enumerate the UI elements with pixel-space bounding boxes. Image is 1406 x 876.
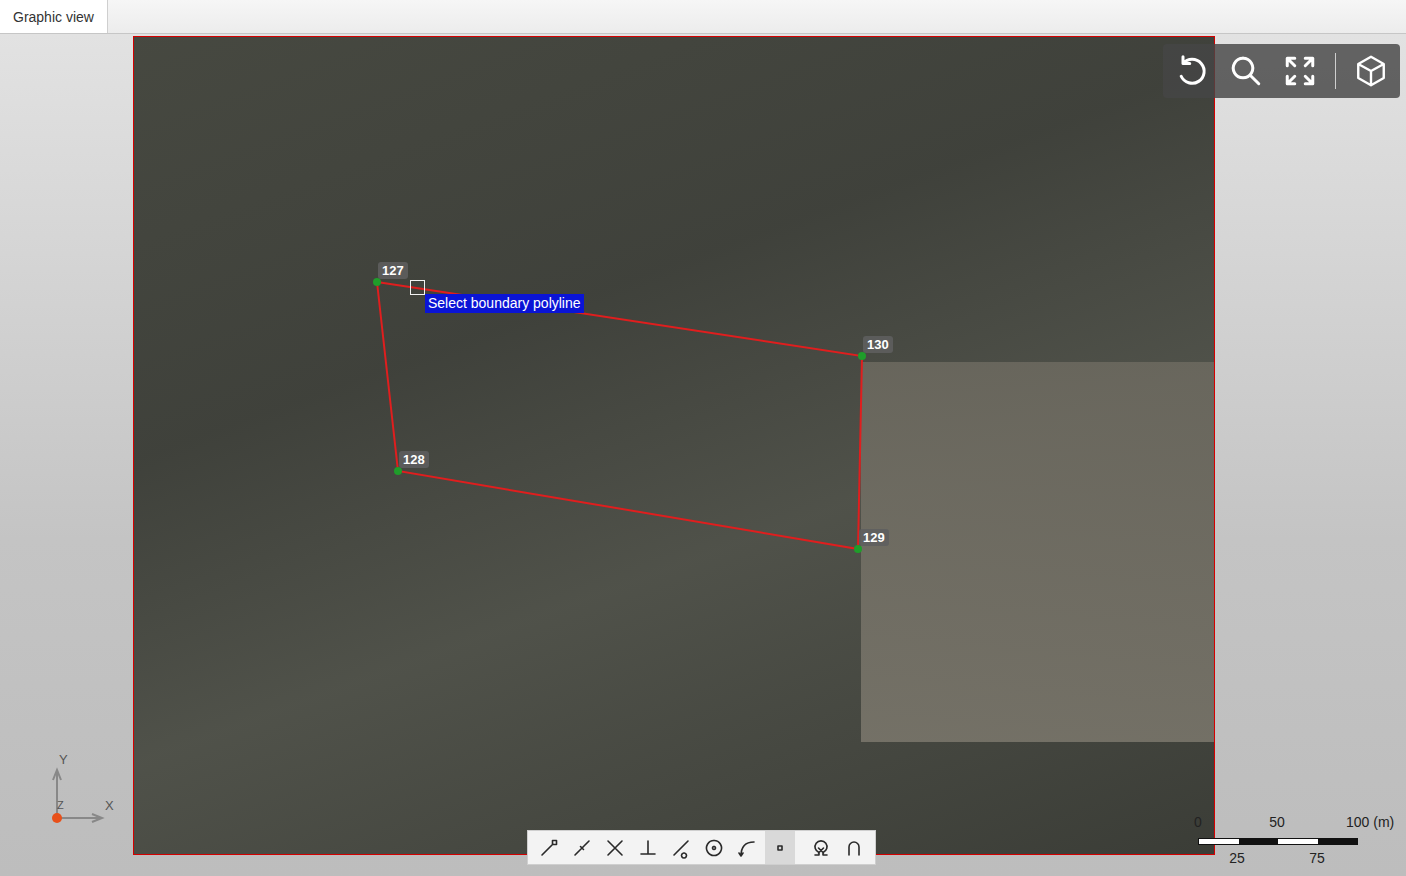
toolbar-separator: [1335, 53, 1336, 89]
snap-button[interactable]: [666, 831, 696, 864]
scale-track: [1198, 838, 1358, 845]
omega-snap-icon: [809, 836, 833, 860]
snap-button[interactable]: [534, 831, 564, 864]
snap-button[interactable]: [567, 831, 597, 864]
arch-snap-icon: [842, 836, 866, 860]
arc-snap-icon: [735, 836, 759, 860]
point-label: 130: [863, 336, 893, 353]
perpendicular-snap-icon: [636, 836, 660, 860]
scale-segment: [1278, 839, 1318, 844]
snap-button[interactable]: [765, 831, 795, 864]
boundary-point[interactable]: [373, 278, 381, 286]
view-toolbar: [1163, 44, 1400, 98]
scale-segment: [1239, 839, 1279, 844]
point-label: 129: [859, 529, 889, 546]
snap-toolbar: [527, 830, 876, 865]
node-snap-icon: [768, 836, 792, 860]
snap-button[interactable]: [806, 831, 836, 864]
tangent-snap-icon: [669, 836, 693, 860]
scale-bar: 0 50 100 (m) 25 75: [1186, 810, 1404, 872]
boundary-point[interactable]: [858, 352, 866, 360]
axis-indicator: Y Z X: [40, 750, 120, 830]
graphic-view[interactable]: 127 130 129 128 Select boundary polyline Y Z X 0…: [0, 34, 1406, 876]
scale-label: 100 (m): [1346, 814, 1394, 831]
center-snap-icon: [702, 836, 726, 860]
boundary-line[interactable]: [377, 282, 862, 549]
snap-button[interactable]: [600, 831, 630, 864]
scale-label: 0: [1194, 814, 1202, 831]
axis-label: Z: [57, 798, 64, 813]
view-tool-button[interactable]: [1227, 52, 1265, 90]
intersection-snap-icon: [603, 836, 627, 860]
endpoint-snap-icon: [537, 836, 561, 860]
tab-bar: Graphic view: [0, 0, 1406, 34]
snap-button[interactable]: [732, 831, 762, 864]
scale-segment: [1318, 839, 1358, 844]
aerial-photo[interactable]: 127 130 129 128 Select boundary polyline: [133, 36, 1215, 855]
scale-label: 50: [1269, 814, 1285, 831]
axis-arrows-icon: [40, 750, 120, 830]
scale-label: 25: [1229, 850, 1245, 867]
boundary-point[interactable]: [394, 467, 402, 475]
snap-button[interactable]: [839, 831, 869, 864]
axis-label: Y: [59, 752, 68, 767]
photo-field: [861, 362, 1214, 742]
hint-tooltip: Select boundary polyline: [425, 294, 584, 313]
tab[interactable]: Graphic view: [0, 0, 108, 33]
reset-view-icon: [1174, 53, 1210, 89]
view-3d-button[interactable]: [1352, 52, 1390, 90]
midpoint-snap-icon: [570, 836, 594, 860]
view-tool-button[interactable]: [1173, 52, 1211, 90]
point-label: 127: [378, 262, 408, 279]
app-window: Graphic view 127 130 129 128 Select boundary …: [0, 0, 1406, 876]
boundary-polyline[interactable]: [134, 37, 1214, 854]
cube-3d-icon: [1353, 53, 1389, 89]
fit-extent-icon: [1282, 53, 1318, 89]
cursor-pick-icon: [410, 280, 425, 295]
zoom-icon: [1228, 53, 1264, 89]
point-label: 128: [399, 451, 429, 468]
scale-label: 75: [1309, 850, 1325, 867]
view-tool-button[interactable]: [1281, 52, 1319, 90]
snap-button[interactable]: [699, 831, 729, 864]
snap-button[interactable]: [633, 831, 663, 864]
boundary-point[interactable]: [854, 545, 862, 553]
axis-label: X: [105, 798, 114, 813]
scale-segment: [1199, 839, 1239, 844]
